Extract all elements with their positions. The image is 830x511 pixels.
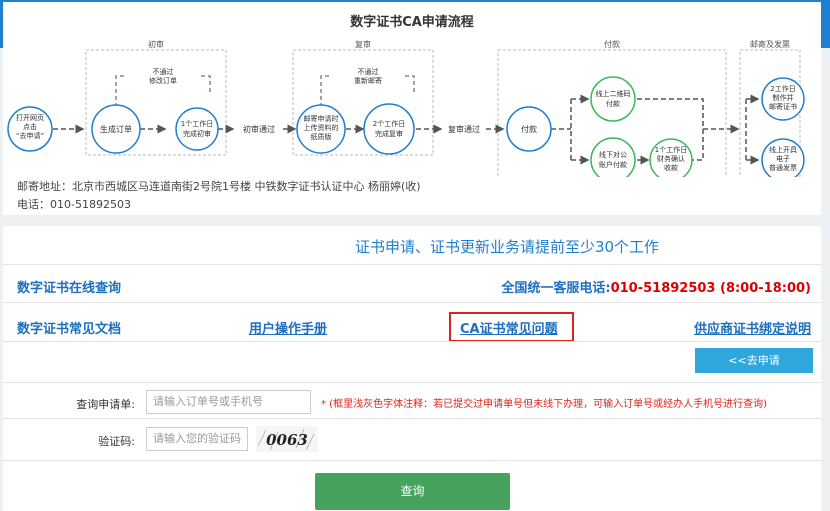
node-make-cert-text-3: 邮寄证书: [769, 102, 797, 111]
captcha-image[interactable]: 0063: [256, 426, 318, 452]
divider: [3, 418, 821, 419]
captcha-input[interactable]: 请输入您的验证码: [146, 427, 248, 451]
node-second-done-text-2: 完成复审: [375, 129, 403, 138]
query-button[interactable]: 查询: [315, 473, 510, 510]
node-first-done: [175, 107, 219, 151]
first-pass-label: 初审通过: [243, 124, 275, 134]
node-pay-confirm-text-2: 财务确认: [657, 154, 685, 163]
first-loop-text-1: 不通过: [153, 67, 174, 76]
user-manual-link[interactable]: 用户操作手册: [249, 318, 327, 337]
hotline-label: 全国统一客服电话:: [501, 281, 611, 296]
node-mail-docs-text-3: 纸质版: [311, 132, 332, 141]
node-pay-online-text-1: 线上二维码: [596, 89, 631, 98]
node-start-text-3: “去申请”: [16, 131, 44, 140]
node-start-text-2: 点击: [23, 122, 37, 131]
divider: [3, 382, 821, 383]
query-hint: * (框里浅灰色字体注释：若已提交过申请单号但未线下办理，可输入订单号或经办人手…: [321, 399, 767, 410]
node-pay-text: 付款: [521, 124, 537, 134]
captcha-label: 验证码:: [98, 435, 135, 448]
second-loop-right: [405, 75, 415, 92]
divider: [3, 341, 821, 342]
go-apply-button[interactable]: <<去申请: [695, 348, 813, 373]
node-start-text-1: 打开网页: [16, 113, 44, 122]
node-invoice-text-2: 电子: [776, 154, 790, 163]
node-pay-online: [590, 76, 636, 122]
notice-text: 证书申请、证书更新业务请提前至少30个工作: [354, 238, 660, 256]
main-panel: 证书申请、证书更新业务请提前至少30个工作 数字证书在线查询 全国统一客服电话:…: [3, 226, 821, 511]
online-query-link[interactable]: 数字证书在线查询: [17, 277, 121, 296]
stage-label-first-review: 初审: [148, 39, 164, 49]
address-line: 邮寄地址：北京市西城区马连道南街2号院1号楼 中铁数字证书认证中心 杨丽婷(收): [17, 180, 421, 193]
query-input[interactable]: 请输入订单号或手机号: [146, 390, 311, 414]
phone-line: 电话：010-51892503: [17, 198, 131, 211]
node-mail-docs-text-2: 上传资料的: [304, 123, 339, 132]
node-invoice-text-3: 普通发票: [769, 163, 797, 172]
process-flow-diagram: 初审 复审 付款 邮寄及发票 不通过 修改订单 不通过 重新邮寄 打开网页 点击…: [7, 39, 805, 177]
divider: [3, 264, 821, 265]
node-make-cert-text-1: 2工作日: [770, 84, 795, 93]
second-loop-text-1: 不通过: [358, 67, 379, 76]
node-second-done: [363, 103, 415, 155]
hotline: 全国统一客服电话:010-51892503 (8:00-18:00): [501, 277, 811, 296]
node-invoice-text-1: 线上开具: [769, 145, 797, 154]
stage-label-payment: 付款: [604, 39, 620, 49]
node-mail-docs-text-1: 邮寄申请时: [304, 114, 339, 123]
stage-label-second-review: 复审: [355, 39, 371, 49]
node-pay-confirm-text-3: 收款: [664, 163, 678, 172]
first-loop-text-2: 修改订单: [149, 76, 177, 85]
stage-label-mail: 邮寄及发票: [750, 39, 790, 49]
query-label: 查询申请单:: [76, 398, 135, 411]
node-pay-offline-text-1: 线下对公: [599, 150, 627, 159]
mailing-address: 邮寄地址：北京市西城区马连道南街2号院1号楼 中铁数字证书认证中心 杨丽婷(收)…: [17, 178, 421, 214]
node-second-done-text-1: 2个工作日: [373, 119, 405, 128]
node-pay-online-text-2: 付款: [606, 99, 620, 108]
second-pass-label: 复审通过: [448, 124, 480, 134]
hotline-number: 010-51892503 (8:00-18:00): [610, 281, 811, 296]
node-first-done-text-2: 完成初审: [183, 129, 211, 138]
node-pay-offline-text-2: 账户付款: [599, 160, 627, 169]
faq-docs-link[interactable]: 数字证书常见文档: [17, 318, 121, 337]
captcha-text: 0063: [266, 431, 308, 449]
second-loop-text-2: 重新邮寄: [354, 76, 382, 85]
divider: [3, 302, 821, 303]
node-first-done-text-1: 1个工作日: [181, 119, 213, 128]
first-loop-right: [201, 75, 211, 92]
supplier-bind-link[interactable]: 供应商证书绑定说明: [694, 318, 811, 337]
node-generate-order-text: 生成订单: [100, 124, 132, 134]
divider: [3, 460, 821, 461]
process-flow-panel: 数字证书CA申请流程 初审 复审 付款 邮寄及发票 不通过 修改订单 不通过 重…: [3, 2, 821, 215]
node-make-cert-text-2: 制作并: [773, 93, 794, 102]
node-pay-confirm-text-1: 1个工作日: [655, 145, 687, 154]
highlight-box: [449, 312, 574, 342]
